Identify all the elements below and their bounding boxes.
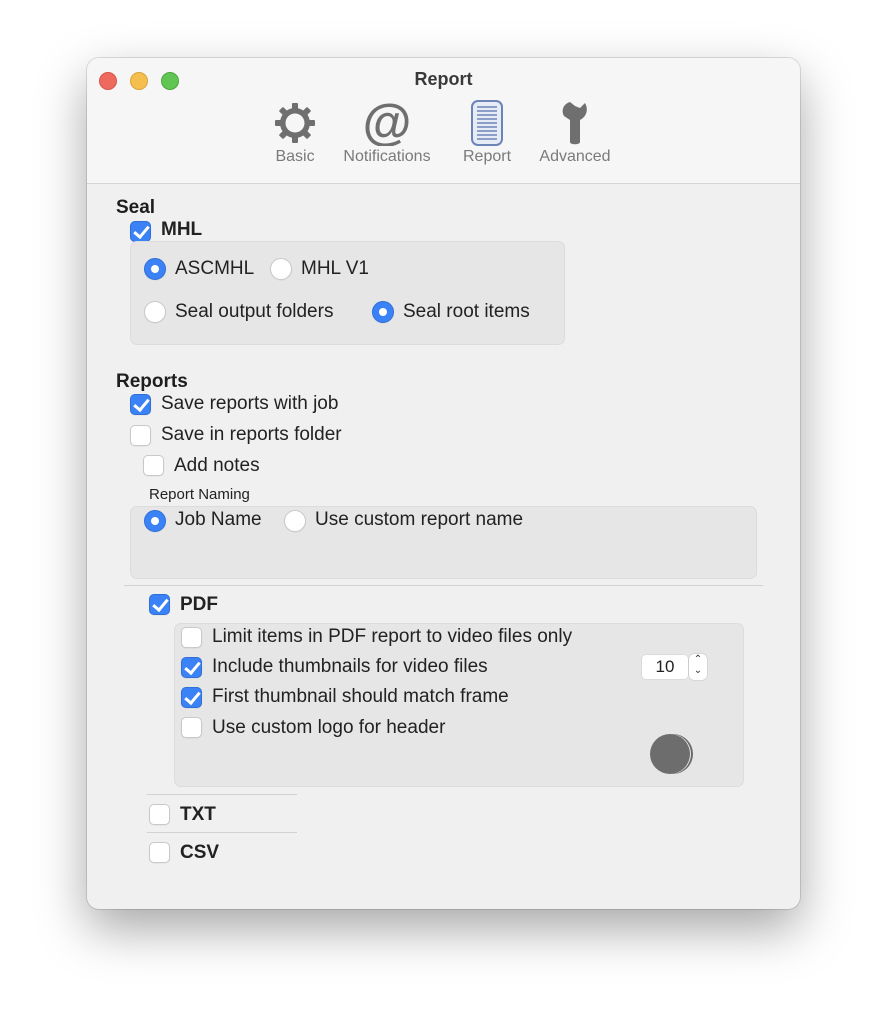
reports-separator [124, 585, 763, 586]
limit-video-checkbox[interactable] [181, 627, 202, 648]
seal-output-folders-label: Seal output folders [175, 301, 334, 322]
csv-label: CSV [180, 842, 220, 863]
window-title: Report [414, 69, 473, 89]
tab-advanced-label: Advanced [539, 148, 611, 165]
save-in-reports-folder-checkbox[interactable] [130, 425, 151, 446]
mhl-options-box [130, 241, 565, 345]
tab-advanced[interactable]: Advanced [533, 100, 617, 166]
add-notes-checkbox[interactable] [143, 455, 164, 476]
tab-basic[interactable]: Basic [267, 100, 323, 166]
stepper-down-icon[interactable]: ⌄ [689, 665, 707, 676]
report-document-icon [471, 100, 503, 146]
include-thumbnails-label: Include thumbnails for video files [212, 656, 488, 677]
save-reports-with-job-checkbox[interactable] [130, 394, 151, 415]
seal-root-items-label: Seal root items [403, 301, 530, 322]
report-preferences-pane: Seal MHL ASCMHL MHL V1 Seal output folde… [87, 185, 800, 909]
at-sign-icon: @ [363, 100, 412, 146]
tab-report[interactable]: Report [457, 100, 517, 166]
save-reports-with-job-label: Save reports with job [161, 393, 339, 414]
stepper-up-icon[interactable]: ⌃ [689, 654, 707, 665]
thumbnail-count-field[interactable]: 10 [642, 655, 688, 679]
radio-custom-report-name[interactable] [284, 510, 306, 532]
radio-ascmhl[interactable] [144, 258, 166, 280]
preferences-window: Report Basic @ Notifications Report Adva… [87, 58, 800, 909]
reports-section-title: Reports [116, 371, 188, 392]
ascmhl-label: ASCMHL [175, 258, 255, 279]
pdf-checkbox[interactable] [149, 594, 170, 615]
seal-section-title: Seal [116, 197, 156, 218]
svg-text:@: @ [363, 100, 412, 146]
pdf-txt-separator [147, 794, 297, 795]
pdf-label: PDF [180, 594, 218, 615]
radio-mhl-v1[interactable] [270, 258, 292, 280]
first-thumbnail-label: First thumbnail should match frame [212, 686, 509, 707]
custom-logo-checkbox[interactable] [181, 717, 202, 738]
radio-seal-root-items[interactable] [372, 301, 394, 323]
add-notes-label: Add notes [174, 455, 260, 476]
csv-checkbox[interactable] [149, 842, 170, 863]
wrench-icon [562, 102, 587, 145]
gear-icon [275, 103, 315, 143]
job-name-label: Job Name [175, 509, 262, 530]
radio-job-name[interactable] [144, 510, 166, 532]
tab-report-label: Report [462, 148, 512, 165]
thumbnail-count-stepper[interactable]: ⌃ ⌄ [689, 654, 707, 680]
first-thumbnail-checkbox[interactable] [181, 687, 202, 708]
txt-label: TXT [180, 804, 216, 825]
tab-basic-label: Basic [275, 148, 315, 165]
radio-seal-output-folders[interactable] [144, 301, 166, 323]
report-naming-title: Report Naming [149, 486, 250, 503]
custom-report-name-label: Use custom report name [315, 509, 524, 530]
custom-logo-label: Use custom logo for header [212, 717, 446, 738]
limit-video-label: Limit items in PDF report to video files… [212, 626, 573, 647]
mhl-label: MHL [161, 219, 203, 240]
txt-checkbox[interactable] [149, 804, 170, 825]
titlebar: Report Basic @ Notifications Report Adva… [87, 58, 800, 184]
mhl-checkbox[interactable] [130, 221, 151, 242]
mhl-v1-label: MHL V1 [301, 258, 369, 279]
txt-csv-separator [147, 832, 297, 833]
custom-logo-well[interactable] [647, 732, 695, 776]
save-in-reports-folder-label: Save in reports folder [161, 424, 342, 445]
include-thumbnails-checkbox[interactable] [181, 657, 202, 678]
tab-notifications-label: Notifications [343, 148, 431, 165]
tab-notifications[interactable]: @ Notifications [334, 100, 440, 166]
